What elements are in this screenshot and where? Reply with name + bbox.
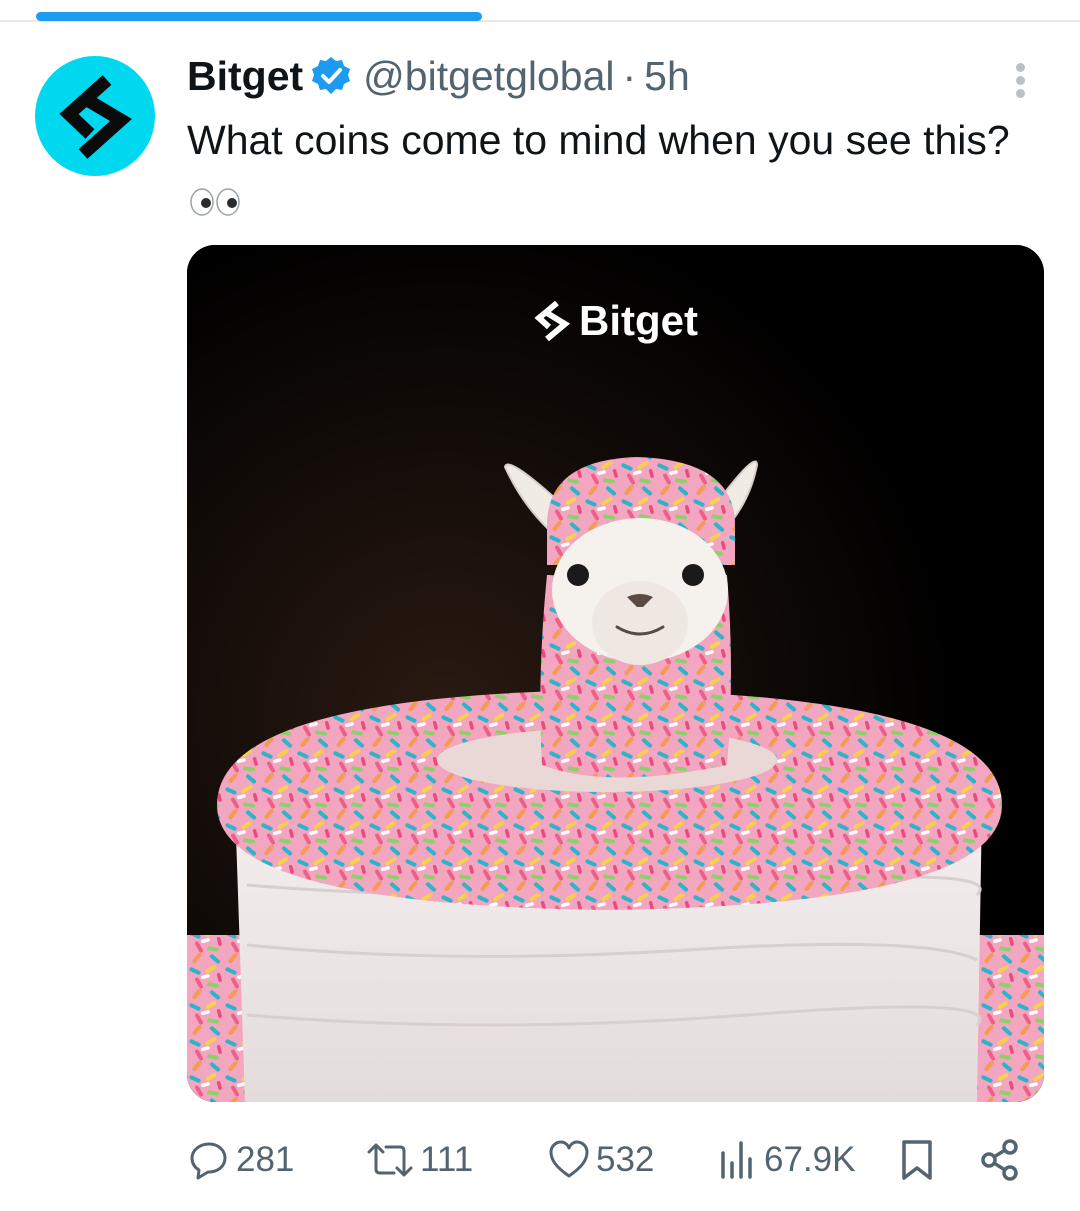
author-display-name[interactable]: Bitget (187, 53, 303, 100)
more-options-icon[interactable] (1011, 61, 1029, 101)
views-count: 67.9K (764, 1140, 856, 1179)
separator-dot: · (622, 52, 637, 99)
reply-count: 281 (236, 1140, 295, 1179)
author-avatar[interactable] (35, 56, 155, 176)
watermark-text: Bitget (579, 297, 698, 344)
reply-icon (190, 1142, 227, 1180)
repost-button[interactable]: 111 (366, 1135, 473, 1185)
views-chart-icon (721, 1141, 752, 1179)
like-count: 532 (596, 1140, 655, 1179)
heart-icon (549, 1140, 589, 1178)
reply-button[interactable]: 281 (188, 1135, 294, 1185)
share-button[interactable] (978, 1135, 1022, 1185)
progress-bar (36, 12, 482, 21)
bookmark-icon (902, 1140, 932, 1180)
bitget-logo-icon (534, 300, 571, 342)
views-button[interactable]: 67.9K (718, 1135, 855, 1185)
repost-icon (367, 1143, 413, 1177)
eyes-emoji-icon (190, 188, 240, 216)
bitget-logo-icon (59, 75, 132, 159)
verified-badge-icon (312, 57, 351, 94)
post-text: What coins come to mind when you see thi… (187, 112, 1037, 226)
post-media-image[interactable]: Bitget (187, 245, 1044, 1102)
action-bar: 281 111 532 67.9K (0, 1135, 1080, 1185)
llama-sprinkle-cake-image (187, 245, 1044, 1102)
author-handle[interactable]: @bitgetglobal (363, 53, 614, 100)
post-text-content: What coins come to mind when you see thi… (187, 117, 1010, 163)
bookmark-button[interactable] (898, 1135, 936, 1185)
share-icon (981, 1139, 1018, 1181)
post-timestamp[interactable]: 5h (644, 53, 690, 100)
repost-count: 111 (420, 1140, 474, 1179)
media-watermark: Bitget (187, 297, 1044, 348)
post-header: Bitget @bitgetglobal · 5h (187, 50, 690, 102)
like-button[interactable]: 532 (548, 1135, 654, 1185)
